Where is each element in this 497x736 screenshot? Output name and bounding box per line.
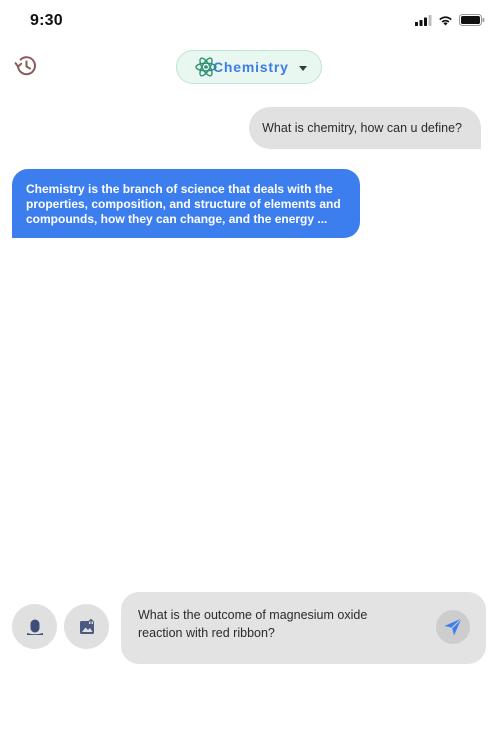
message-composer: What is the outcome of magnesium oxide r… xyxy=(0,590,497,666)
history-button[interactable] xyxy=(12,52,40,80)
battery-icon xyxy=(459,14,485,26)
wifi-icon xyxy=(439,15,452,25)
subject-selector[interactable]: Chemistry xyxy=(176,50,322,84)
subject-label: Chemistry xyxy=(213,59,289,75)
user-message-text: What is chemitry, how can u define? xyxy=(262,121,462,135)
user-message-bubble: What is chemitry, how can u define? xyxy=(249,107,481,149)
status-icons xyxy=(415,14,485,26)
history-icon xyxy=(14,56,36,76)
status-bar: 9:30 xyxy=(0,0,497,44)
atom-icon xyxy=(195,57,217,77)
signal-icon xyxy=(415,14,432,26)
send-button[interactable] xyxy=(436,610,470,644)
message-input[interactable]: What is the outcome of magnesium oxide r… xyxy=(121,592,486,664)
caret-down-icon xyxy=(299,66,307,71)
send-icon xyxy=(444,618,462,636)
status-time: 9:30 xyxy=(30,12,63,29)
microphone-icon xyxy=(26,619,43,635)
mic-button[interactable] xyxy=(12,604,57,649)
assistant-message-text: Chemistry is the branch of science that … xyxy=(26,182,341,227)
message-input-text[interactable]: What is the outcome of magnesium oxide r… xyxy=(138,606,398,642)
assistant-message-bubble: Chemistry is the branch of science that … xyxy=(12,169,360,238)
image-upload-icon xyxy=(79,618,94,634)
attach-image-button[interactable] xyxy=(64,604,109,649)
